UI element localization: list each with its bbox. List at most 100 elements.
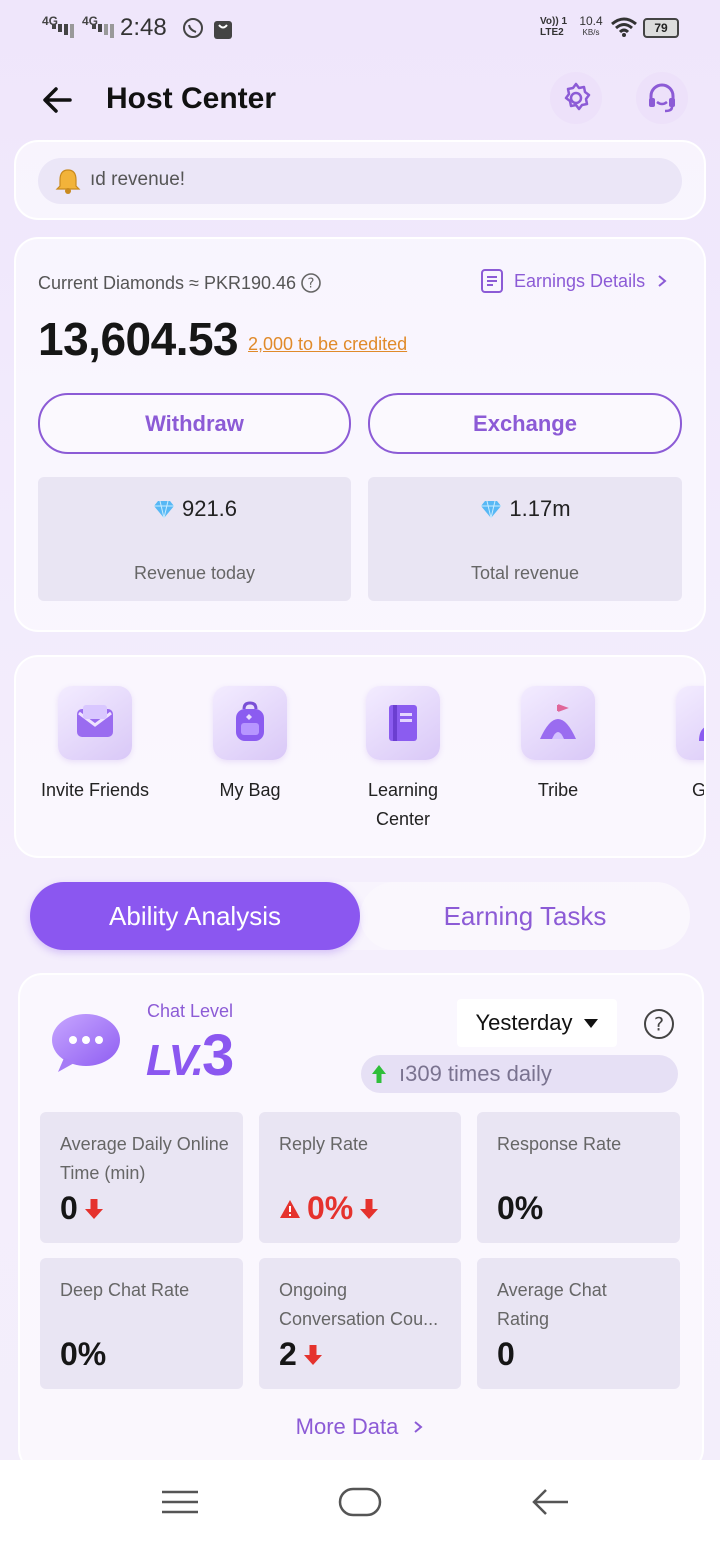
earnings-details-link[interactable]: Earnings Details bbox=[480, 268, 669, 294]
shortcut-tribe[interactable]: Tribe bbox=[483, 686, 633, 805]
shopping-bag-icon bbox=[214, 21, 232, 39]
chat-level-label: Chat Level bbox=[147, 1001, 234, 1021]
back-arrow-icon[interactable] bbox=[40, 82, 76, 118]
metric-value: 0% bbox=[497, 1190, 544, 1226]
exchange-button[interactable]: Exchange bbox=[368, 393, 682, 454]
shortcut-guild[interactable]: Guild bbox=[638, 686, 706, 805]
home-icon[interactable] bbox=[338, 1486, 382, 1518]
warning-icon bbox=[280, 1199, 300, 1218]
book-icon bbox=[366, 686, 440, 760]
period-value: Yesterday bbox=[475, 1010, 573, 1035]
wifi-icon bbox=[611, 17, 637, 37]
tab-earning-tasks[interactable]: Earning Tasks bbox=[360, 882, 690, 950]
metric-label: Ongoing Conversation Cou... bbox=[279, 1280, 439, 1329]
shortcut-learning-center[interactable]: Learning Center bbox=[328, 686, 478, 834]
period-dropdown[interactable]: Yesterday bbox=[457, 999, 617, 1047]
menu-icon[interactable] bbox=[160, 1488, 200, 1516]
caret-down-icon bbox=[583, 1019, 598, 1028]
metric-label: Response Rate bbox=[497, 1134, 622, 1154]
diamond-balance: 13,604.53 bbox=[38, 313, 239, 365]
bell-icon bbox=[55, 169, 81, 194]
metric-value: 0% bbox=[60, 1336, 107, 1372]
metric-deep-chat-rate[interactable]: Deep Chat Rate 0% bbox=[40, 1258, 243, 1389]
metric-response-rate[interactable]: Response Rate 0% bbox=[477, 1112, 680, 1243]
volte-bottom: LTE2 bbox=[540, 27, 564, 38]
shortcut-label: Invite Friends bbox=[40, 780, 150, 800]
revenue-today-box: 921.6 Revenue today bbox=[38, 477, 351, 601]
chat-bubble-icon bbox=[52, 1014, 120, 1072]
person-icon bbox=[676, 686, 704, 760]
metric-value: 0 bbox=[497, 1336, 515, 1372]
customer-service-button[interactable] bbox=[636, 72, 688, 124]
shortcut-label: Guild bbox=[691, 780, 706, 800]
shortcuts-card: Invite Friends My Bag Learning Center Tr… bbox=[14, 655, 706, 858]
battery-icon: 79 bbox=[643, 18, 679, 38]
gear-icon bbox=[564, 82, 591, 111]
total-revenue-value-row: 1.17m bbox=[368, 496, 682, 522]
arrow-down-icon bbox=[303, 1344, 322, 1365]
svg-text:?: ? bbox=[654, 1014, 664, 1036]
signal-2-icon: 4G bbox=[82, 14, 114, 40]
total-revenue-box: 1.17m Total revenue bbox=[368, 477, 682, 601]
ticker-bar: ı309 times daily bbox=[361, 1055, 678, 1093]
tent-icon bbox=[521, 686, 595, 760]
back-icon[interactable] bbox=[530, 1486, 570, 1518]
speed-unit: KB/s bbox=[582, 28, 600, 37]
metric-value-row: 0 bbox=[60, 1190, 104, 1227]
chevron-right-icon bbox=[414, 1421, 423, 1433]
arrow-down-icon bbox=[360, 1198, 379, 1219]
metric-value-row: 0% bbox=[60, 1336, 106, 1373]
earnings-details-label: Earnings Details bbox=[514, 270, 646, 291]
shortcut-label: My Bag bbox=[219, 780, 281, 800]
metric-ongoing-conversation-count[interactable]: Ongoing Conversation Cou... 2 bbox=[259, 1258, 461, 1389]
help-icon[interactable]: ? bbox=[300, 272, 322, 294]
notice-text: ıd revenue! bbox=[90, 169, 186, 190]
volte-top: Vo)) 1 bbox=[540, 16, 568, 27]
clock: 2:48 bbox=[120, 14, 167, 41]
metric-value-row: 0% bbox=[279, 1190, 379, 1227]
metric-average-chat-rating[interactable]: Average Chat Rating 0 bbox=[477, 1258, 680, 1389]
to-be-credited-link[interactable]: 2,000 to be credited bbox=[248, 334, 407, 355]
chat-level-value: LV. 3 bbox=[146, 1022, 234, 1089]
more-data-label: More Data bbox=[295, 1414, 399, 1439]
level-prefix: LV. bbox=[146, 1036, 204, 1085]
shortcut-label: Learning Center bbox=[367, 780, 439, 829]
metric-label: Reply Rate bbox=[279, 1134, 369, 1154]
metric-label: Average Chat Rating bbox=[497, 1280, 607, 1329]
current-diamonds-row: Current Diamonds ≈ PKR190.46 ? bbox=[38, 272, 322, 294]
speed-value: 10.4 bbox=[579, 14, 603, 28]
metric-value: 0 bbox=[60, 1190, 78, 1226]
metric-value: 0% bbox=[307, 1190, 354, 1226]
revenue-today-value-row: 921.6 bbox=[38, 496, 351, 522]
page-title: Host Center bbox=[106, 82, 277, 115]
notice-bar[interactable]: ıd revenue! bbox=[38, 158, 682, 204]
level-number: 3 bbox=[201, 1023, 235, 1088]
header: Host Center bbox=[0, 60, 720, 140]
arrow-down-icon bbox=[84, 1198, 103, 1219]
ticker-text: ı309 times daily bbox=[399, 1061, 552, 1086]
shortcut-my-bag[interactable]: My Bag bbox=[175, 686, 325, 805]
chevron-right-icon bbox=[658, 275, 667, 287]
document-icon bbox=[481, 269, 503, 293]
backpack-icon bbox=[213, 686, 287, 760]
metric-reply-rate[interactable]: Reply Rate 0% bbox=[259, 1112, 461, 1243]
network-speed: 10.4 KB/s bbox=[576, 15, 606, 39]
help-icon[interactable]: ? bbox=[642, 1007, 676, 1041]
tab-ability-analysis[interactable]: Ability Analysis bbox=[30, 882, 360, 950]
signal-1-icon: 4G bbox=[42, 14, 74, 40]
shortcut-invite-friends[interactable]: Invite Friends bbox=[20, 686, 170, 805]
metric-average-daily-online-time[interactable]: Average Daily Online Time (min) 0 bbox=[40, 1112, 243, 1243]
battery-level: 79 bbox=[654, 21, 668, 35]
volte-indicator: Vo)) 1 LTE2 bbox=[540, 16, 574, 40]
more-data-link[interactable]: More Data bbox=[0, 1414, 720, 1440]
metric-value-row: 0 bbox=[497, 1336, 515, 1373]
whatsapp-icon bbox=[183, 18, 203, 38]
arrow-up-icon bbox=[372, 1065, 386, 1083]
diamond-icon bbox=[481, 500, 502, 519]
revenue-today-label: Revenue today bbox=[133, 563, 256, 583]
revenue-today-value: 921.6 bbox=[181, 496, 238, 521]
withdraw-button[interactable]: Withdraw bbox=[38, 393, 351, 454]
envelope-icon bbox=[58, 686, 132, 760]
metric-label: Deep Chat Rate bbox=[60, 1280, 190, 1300]
settings-button[interactable] bbox=[550, 72, 602, 124]
